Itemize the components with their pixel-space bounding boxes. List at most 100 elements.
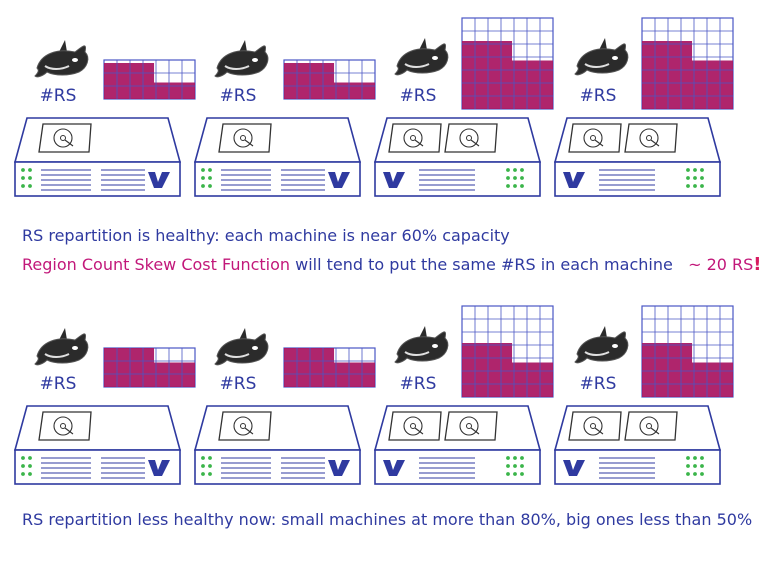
status-led bbox=[201, 456, 205, 460]
machine-4: #RS bbox=[553, 17, 734, 197]
hard-disk-icon bbox=[388, 411, 442, 441]
status-led bbox=[693, 472, 697, 476]
capacity-grid bbox=[283, 59, 376, 100]
status-leds-icon bbox=[686, 168, 704, 188]
status-led bbox=[520, 472, 524, 476]
rs-count-label: #RS bbox=[580, 86, 617, 106]
orca-icon bbox=[394, 38, 449, 76]
status-led bbox=[686, 168, 690, 172]
orca-eyepatch bbox=[612, 344, 618, 348]
status-led bbox=[506, 456, 510, 460]
capacity-grid bbox=[641, 17, 734, 110]
hard-disk-icon bbox=[568, 411, 622, 441]
hard-disk-icon bbox=[624, 411, 678, 441]
server-box bbox=[553, 117, 722, 197]
orca-eyepatch bbox=[612, 56, 618, 60]
status-led bbox=[700, 176, 704, 180]
server-top bbox=[13, 405, 182, 451]
rs-count-label: #RS bbox=[40, 374, 77, 394]
orca-icon bbox=[394, 326, 449, 364]
status-led bbox=[201, 168, 205, 172]
status-led bbox=[686, 176, 690, 180]
status-led bbox=[21, 456, 25, 460]
status-led bbox=[520, 184, 524, 188]
orca-icon bbox=[214, 328, 269, 366]
server-box bbox=[193, 117, 362, 197]
hard-disk-icon bbox=[624, 123, 678, 153]
orca-icon bbox=[34, 40, 89, 78]
rs-count-label: #RS bbox=[580, 374, 617, 394]
exclamation: ! bbox=[753, 254, 762, 275]
status-led bbox=[513, 464, 517, 468]
hard-disk-icon bbox=[444, 123, 498, 153]
status-leds-icon bbox=[506, 456, 524, 476]
server-box bbox=[553, 405, 722, 485]
hard-disk-icon bbox=[38, 123, 92, 153]
status-led bbox=[693, 168, 697, 172]
orca-icon bbox=[574, 326, 629, 364]
rs-count-label: #RS bbox=[220, 374, 257, 394]
caption-cost-function: Region Count Skew Cost Function will ten… bbox=[22, 254, 762, 275]
status-led bbox=[513, 456, 517, 460]
orca-eyepatch bbox=[72, 58, 78, 62]
server-box bbox=[13, 405, 182, 485]
status-led bbox=[520, 464, 524, 468]
rs-count-label: #RS bbox=[400, 374, 437, 394]
hard-disk-icon bbox=[444, 411, 498, 441]
status-led bbox=[208, 464, 212, 468]
status-led bbox=[686, 464, 690, 468]
orca-fin bbox=[419, 326, 427, 338]
capacity-grid bbox=[461, 17, 554, 110]
status-led bbox=[506, 184, 510, 188]
status-led bbox=[21, 184, 25, 188]
status-led bbox=[513, 176, 517, 180]
hard-disk-icon bbox=[218, 123, 272, 153]
status-led bbox=[21, 464, 25, 468]
status-led bbox=[520, 168, 524, 172]
orca-fin bbox=[59, 328, 67, 340]
status-led bbox=[201, 464, 205, 468]
hard-disk-icon bbox=[568, 123, 622, 153]
capacity-grid bbox=[641, 305, 734, 398]
status-led bbox=[513, 168, 517, 172]
rs-count-label: #RS bbox=[40, 86, 77, 106]
status-led bbox=[700, 184, 704, 188]
status-led bbox=[520, 456, 524, 460]
hard-disk-icon bbox=[38, 411, 92, 441]
status-led bbox=[28, 472, 32, 476]
status-led bbox=[506, 472, 510, 476]
orca-eyepatch bbox=[432, 56, 438, 60]
status-led bbox=[686, 472, 690, 476]
orca-icon bbox=[574, 38, 629, 76]
rs-count-label: #RS bbox=[220, 86, 257, 106]
orca-icon bbox=[214, 40, 269, 78]
orca-icon bbox=[34, 328, 89, 366]
orca-eyepatch bbox=[252, 346, 258, 350]
orca-fin bbox=[419, 38, 427, 50]
status-led bbox=[700, 456, 704, 460]
status-led bbox=[208, 456, 212, 460]
rs-count-label: #RS bbox=[400, 86, 437, 106]
status-led bbox=[28, 184, 32, 188]
orca-fin bbox=[239, 328, 247, 340]
cost-function-description: will tend to put the same #RS in each ma… bbox=[290, 255, 673, 274]
status-led bbox=[693, 456, 697, 460]
machine-8: #RS bbox=[553, 305, 734, 485]
machine-2: #RS bbox=[193, 40, 376, 197]
rs-approx: ~ 20 RS bbox=[688, 255, 754, 274]
status-led bbox=[700, 464, 704, 468]
machine-6: #RS bbox=[193, 328, 376, 485]
status-led bbox=[693, 176, 697, 180]
hard-disk-icon bbox=[218, 411, 272, 441]
status-led bbox=[28, 168, 32, 172]
status-led bbox=[506, 176, 510, 180]
status-led bbox=[208, 176, 212, 180]
status-led bbox=[208, 168, 212, 172]
status-led bbox=[208, 472, 212, 476]
status-led bbox=[513, 184, 517, 188]
caption-healthy: RS repartition is healthy: each machine … bbox=[22, 226, 510, 245]
status-led bbox=[506, 168, 510, 172]
status-led bbox=[201, 176, 205, 180]
capacity-grid bbox=[461, 305, 554, 398]
status-led bbox=[201, 472, 205, 476]
